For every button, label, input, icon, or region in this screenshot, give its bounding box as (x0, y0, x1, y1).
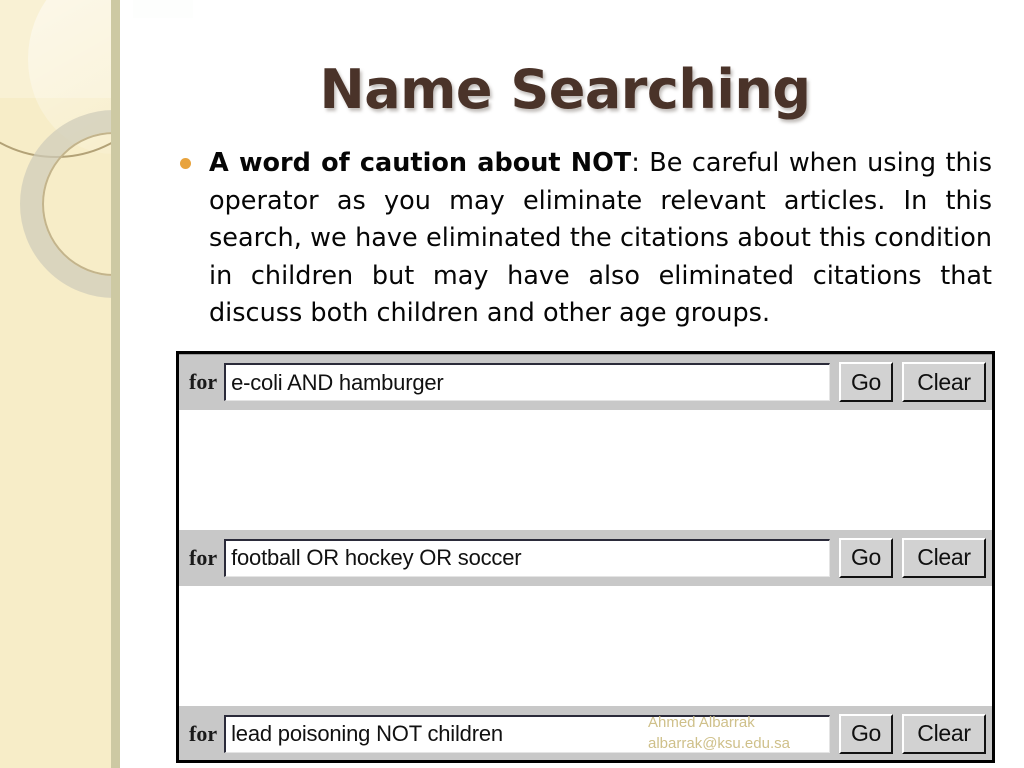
sidebar-stripe (111, 0, 120, 768)
for-label-1: for (189, 369, 218, 394)
go-button-1[interactable]: Go (839, 362, 893, 402)
go-button-3[interactable]: Go (839, 713, 893, 754)
results-panel-2 (179, 586, 992, 706)
search-toolbar-1: for e-coli AND hamburger Go Clear (179, 354, 992, 410)
for-label-3: for (189, 720, 218, 746)
bullet-bold-lead: A word of caution about NOT (209, 148, 632, 178)
search-input-3[interactable]: lead poisoning NOT children (224, 714, 830, 753)
bullet-dot-icon (180, 158, 191, 169)
for-label-2: for (189, 544, 218, 570)
search-toolbar-2: for football OR hockey OR soccer Go Clea… (179, 530, 992, 586)
clear-button-2[interactable]: Clear (902, 537, 986, 578)
clear-button-3[interactable]: Clear (902, 713, 986, 754)
clear-button-1[interactable]: Clear (902, 362, 986, 402)
bullet-item: A word of caution about NOT: Be careful … (180, 145, 992, 333)
page-title: Name Searching (319, 58, 811, 121)
search-input-2[interactable]: football OR hockey OR soccer (224, 538, 830, 577)
bullet-paragraph: A word of caution about NOT: Be careful … (209, 145, 992, 333)
go-button-2[interactable]: Go (839, 537, 893, 578)
results-panel-1 (179, 410, 992, 530)
search-toolbar-3: for lead poisoning NOT children Go Clear (179, 706, 992, 760)
top-corner-artifact (133, 0, 193, 18)
decorative-sidebar (0, 0, 120, 768)
embedded-screenshot: for e-coli AND hamburger Go Clear for fo… (176, 351, 995, 763)
search-input-1[interactable]: e-coli AND hamburger (224, 363, 830, 401)
